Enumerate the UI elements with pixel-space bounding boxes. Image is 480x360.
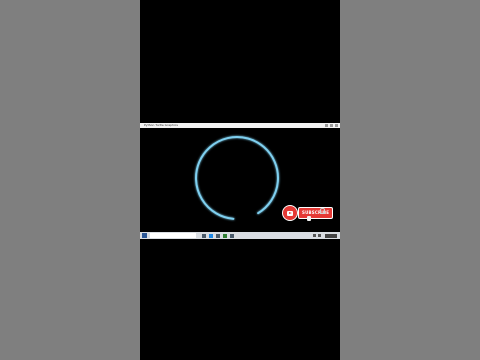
- volume-icon[interactable]: [318, 234, 321, 237]
- taskbar-apps: [202, 233, 234, 238]
- desktop-screen: Python Turtle Graphics SUBSCRIBE: [140, 123, 340, 239]
- taskbar-search-input[interactable]: [150, 233, 196, 238]
- taskbar-clock[interactable]: [325, 233, 337, 238]
- pillarbox-right: [340, 0, 480, 360]
- taskbar: [140, 232, 340, 239]
- close-button[interactable]: [335, 124, 338, 127]
- browser-icon[interactable]: [209, 233, 213, 238]
- minimize-button[interactable]: [325, 124, 328, 127]
- folder-icon[interactable]: [216, 233, 220, 238]
- app-icon[interactable]: [223, 233, 227, 238]
- video-frame: Python Turtle Graphics SUBSCRIBE: [140, 0, 340, 360]
- subscribe-button[interactable]: SUBSCRIBE: [298, 207, 334, 219]
- window-controls: [325, 124, 338, 127]
- turtle-arc: [195, 136, 279, 220]
- start-button[interactable]: [142, 233, 147, 238]
- system-tray: [313, 234, 321, 237]
- play-icon: [283, 206, 297, 220]
- bell-icon[interactable]: [320, 208, 325, 214]
- maximize-button[interactable]: [330, 124, 333, 127]
- task-view-icon[interactable]: [202, 233, 206, 238]
- pillarbox-left: [0, 0, 140, 360]
- python-icon[interactable]: [230, 233, 234, 238]
- network-icon[interactable]: [313, 234, 316, 237]
- turtle-canvas[interactable]: SUBSCRIBE: [140, 128, 340, 232]
- hand-cursor-icon: [307, 216, 311, 221]
